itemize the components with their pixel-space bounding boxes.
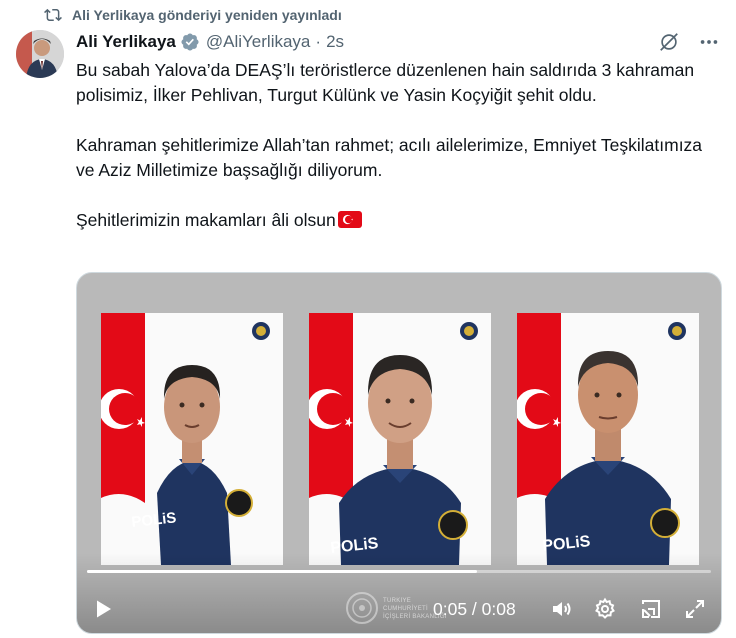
tweet-header-actions xyxy=(658,30,720,54)
repost-icon xyxy=(44,8,62,22)
more-icon[interactable] xyxy=(698,31,720,53)
video-time: 0:05 / 0:08 xyxy=(433,599,516,619)
tweet-text: Bu sabah Yalova’da DEAŞ’lı teröristlerce… xyxy=(76,58,716,235)
police-emblem-icon xyxy=(668,322,686,340)
separator-dot: · xyxy=(315,32,322,51)
repost-indicator[interactable]: Ali Yerlikaya gönderiyi yeniden yayınlad… xyxy=(44,4,342,26)
grok-icon[interactable] xyxy=(658,31,680,53)
controls-overlay xyxy=(77,553,721,633)
avatar[interactable] xyxy=(16,30,64,78)
officer-photo: POLiS xyxy=(309,313,491,565)
ministry-seal-watermark xyxy=(345,591,379,630)
turkey-flag-emoji xyxy=(337,210,362,235)
tweet-paragraph-text: Şehitlerimizin makamları âli olsun xyxy=(76,210,336,230)
police-emblem-icon xyxy=(460,322,478,340)
pip-icon[interactable] xyxy=(639,597,663,621)
play-icon[interactable] xyxy=(91,597,115,621)
tweet-paragraph: Kahraman şehitlerimize Allah’tan rahmet;… xyxy=(76,135,703,180)
tweet-time[interactable]: 2s xyxy=(326,32,344,52)
fullscreen-icon[interactable] xyxy=(683,597,707,621)
tweet-paragraph: Bu sabah Yalova’da DEAŞ’lı teröristlerce… xyxy=(76,60,695,105)
verified-badge-icon xyxy=(180,32,200,52)
officer-photo: POLiS xyxy=(101,313,283,565)
volume-icon[interactable] xyxy=(549,597,573,621)
repost-text: Ali Yerlikaya gönderiyi yeniden yayınlad… xyxy=(72,7,342,23)
tweet-header: Ali Yerlikaya @AliYerlikaya · 2s xyxy=(76,30,676,54)
settings-icon[interactable] xyxy=(593,597,617,621)
police-emblem-icon xyxy=(252,322,270,340)
author-name[interactable]: Ali Yerlikaya xyxy=(76,32,176,52)
video-player[interactable]: POLiS POLiS POLiS TÜRKİYE CUMHURİYETİ İÇ… xyxy=(76,272,722,634)
tweet-paragraph: Şehitlerimizin makamları âli olsun xyxy=(76,208,716,235)
video-progress-bar[interactable] xyxy=(87,570,711,573)
author-handle[interactable]: @AliYerlikaya xyxy=(206,32,311,52)
video-progress-fill xyxy=(87,570,477,573)
officer-photo: POLiS xyxy=(517,313,699,565)
